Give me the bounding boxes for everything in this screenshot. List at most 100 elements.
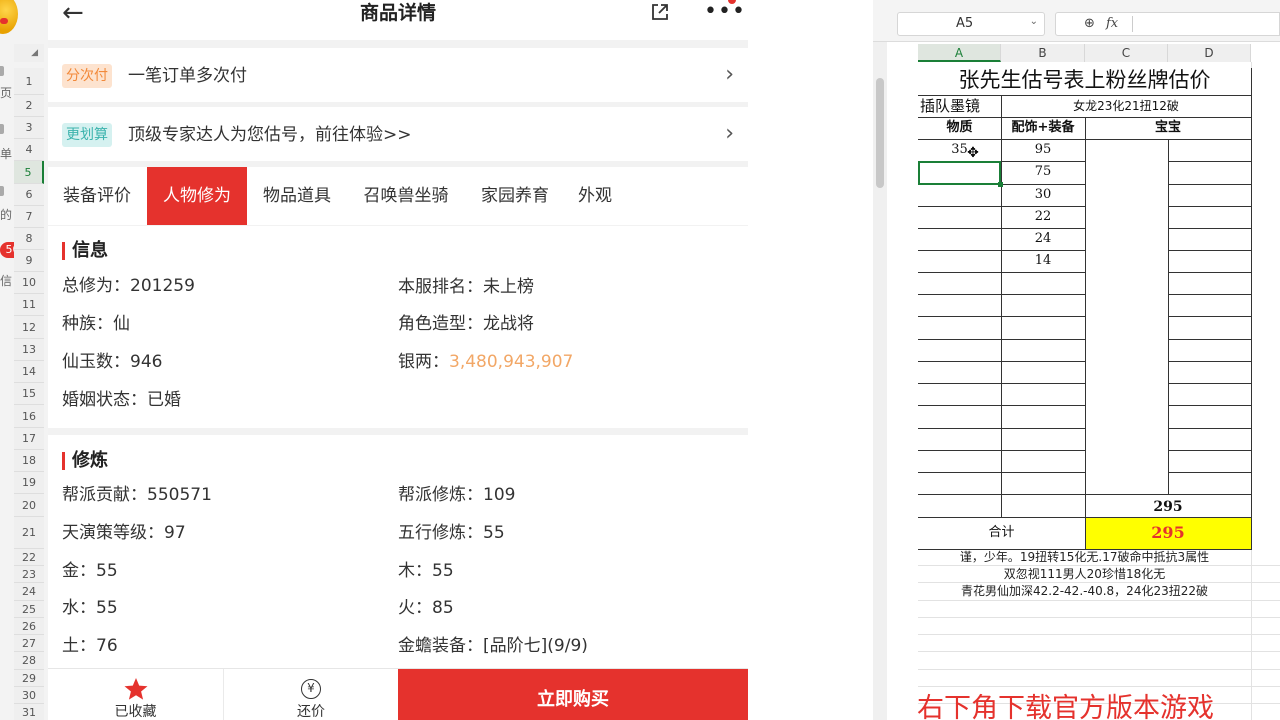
cell-b2[interactable]: 女龙23化21扭12破 xyxy=(1001,95,1251,117)
row-header-4[interactable]: 4 xyxy=(14,139,44,161)
row-header-15[interactable]: 15 xyxy=(14,383,44,405)
tab-pets-mounts[interactable]: 召唤兽坐骑 xyxy=(347,167,465,225)
field-character-model: 角色造型：龙战将 xyxy=(398,314,534,334)
cultivation-section: 修炼 帮派贡献：550571 帮派修炼：109 天演策等级：97 五行修炼：55… xyxy=(48,435,748,668)
header-accessory-equipment[interactable]: 配饰+装备 xyxy=(1001,117,1085,139)
mouse-cursor-icon: ✥ xyxy=(967,145,979,161)
cell-a4[interactable]: 35 xyxy=(918,139,1001,161)
order-icon xyxy=(0,124,4,134)
cell-b7[interactable]: 22 xyxy=(1001,206,1085,228)
watermark-text: 右下角下载官方版本游戏 xyxy=(917,693,1214,720)
sheet-title-cell[interactable]: 张先生估号表上粉丝牌估价 xyxy=(918,66,1251,95)
row-header-12[interactable]: 12 xyxy=(14,316,44,339)
column-header-b[interactable]: B xyxy=(1001,44,1085,62)
profile-icon xyxy=(0,186,4,196)
row-header-21[interactable]: 21 xyxy=(14,517,44,549)
cell-border xyxy=(1251,68,1252,550)
row-header-18[interactable]: 18 xyxy=(14,450,44,472)
cell-b8[interactable]: 24 xyxy=(1001,228,1085,250)
row-header-16[interactable]: 16 xyxy=(14,405,44,428)
column-header-a[interactable]: A xyxy=(918,44,1001,62)
favorite-label: 已收藏 xyxy=(114,704,157,720)
row-header-22[interactable]: 22 xyxy=(14,549,44,566)
header-pet[interactable]: 宝宝 xyxy=(1085,117,1251,139)
tab-appearance[interactable]: 外观 xyxy=(565,167,625,225)
promo-valuation[interactable]: 更划算 顶级专家达人为您估号，前往体验>> › xyxy=(48,107,748,161)
row-header-11[interactable]: 11 xyxy=(14,294,44,316)
row-header-30[interactable]: 30 xyxy=(14,687,44,704)
row-header-8[interactable]: 8 xyxy=(14,228,44,250)
cell-border xyxy=(1168,316,1252,317)
row-header-29[interactable]: 29 xyxy=(14,670,44,687)
scroll-thumb[interactable] xyxy=(876,78,884,188)
cell-b9[interactable]: 14 xyxy=(1001,250,1085,272)
installment-tag: 分次付 xyxy=(62,64,112,88)
row-header-19[interactable]: 19 xyxy=(14,472,44,494)
cell-border xyxy=(918,294,1086,295)
field-marriage: 婚姻状态：已婚 xyxy=(62,390,181,410)
select-all-corner[interactable]: ◢ xyxy=(14,44,44,62)
row-header-28[interactable]: 28 xyxy=(14,652,44,670)
row-header-1[interactable]: 1 xyxy=(14,68,44,95)
bell-logo-icon[interactable] xyxy=(0,0,18,34)
row-header-27[interactable]: 27 xyxy=(14,635,44,652)
row-header-25[interactable]: 25 xyxy=(14,601,44,618)
tab-items[interactable]: 物品道具 xyxy=(247,167,347,225)
row-header-26[interactable]: 26 xyxy=(14,618,44,635)
row-header-17[interactable]: 17 xyxy=(14,428,44,450)
cell-b4[interactable]: 95 xyxy=(1001,139,1085,161)
tab-character[interactable]: 人物修为 xyxy=(147,167,247,225)
buy-now-button[interactable]: 立即购买 xyxy=(398,669,748,720)
note-row-24[interactable]: 青花男仙加深42.2-42.-40.8，24化23扭22破 xyxy=(918,583,1251,600)
favorite-button[interactable]: 已收藏 xyxy=(48,669,223,720)
share-icon[interactable] xyxy=(650,2,670,22)
field-fire: 火：85 xyxy=(398,598,454,618)
cell-b6[interactable]: 30 xyxy=(1001,184,1085,206)
cell-border xyxy=(918,428,1086,429)
field-golden-toad: 金蟾装备：[品阶七](9/9) xyxy=(398,636,588,656)
bargain-button[interactable]: ¥ 还价 xyxy=(224,669,398,720)
tab-equipment[interactable]: 装备评价 xyxy=(48,167,146,225)
field-tianyan-level: 天演策等级：97 xyxy=(62,523,186,543)
row-header-5[interactable]: 5 xyxy=(14,161,44,184)
name-box[interactable]: A5 ⌄ xyxy=(897,12,1045,36)
fx-icon[interactable]: fx xyxy=(1106,13,1118,35)
cell-b5[interactable]: 75 xyxy=(1001,161,1085,183)
note-row-23[interactable]: 双忽视111男人20珍惜18化无 xyxy=(918,566,1251,583)
row-header-24[interactable]: 24 xyxy=(14,583,44,601)
active-cell-a5[interactable] xyxy=(918,161,1003,187)
vertical-scrollbar[interactable] xyxy=(873,42,887,720)
row-header-23[interactable]: 23 xyxy=(14,566,44,583)
column-header-c[interactable]: C xyxy=(1085,44,1168,62)
total-label-cell[interactable]: 合计 xyxy=(918,517,1085,549)
cell-border xyxy=(1168,428,1252,429)
row-header-31[interactable]: 31 xyxy=(14,704,44,720)
installment-text: 一笔订单多次付 xyxy=(128,66,247,86)
field-water: 水：55 xyxy=(62,598,118,618)
row-header-10[interactable]: 10 xyxy=(14,272,44,294)
row-header-13[interactable]: 13 xyxy=(14,339,44,361)
row-header-6[interactable]: 6 xyxy=(14,184,44,206)
cell-subtotal[interactable]: 295 xyxy=(1085,496,1251,518)
row-header-20[interactable]: 20 xyxy=(14,494,44,517)
row-header-3[interactable]: 3 xyxy=(14,117,44,139)
note-row-22[interactable]: 谨，少年。19扭转15化无.17破命中抵抗3属性 xyxy=(918,549,1251,566)
promo-installment[interactable]: 分次付 一笔订单多次付 › xyxy=(48,48,748,102)
header-material[interactable]: 物质 xyxy=(918,117,1001,139)
cell-border xyxy=(918,494,1086,495)
formula-input[interactable]: ⊕ fx xyxy=(1055,12,1280,36)
row-header-2[interactable]: 2 xyxy=(14,95,44,117)
zoom-icon[interactable]: ⊕ xyxy=(1084,13,1095,35)
total-value-cell[interactable]: 295 xyxy=(1085,517,1251,549)
field-jade: 仙玉数：946 xyxy=(62,352,163,372)
cell-border xyxy=(1168,161,1252,162)
tab-home[interactable]: 家园养育 xyxy=(465,167,565,225)
row-header-14[interactable]: 14 xyxy=(14,361,44,383)
row-header-7[interactable]: 7 xyxy=(14,206,44,228)
column-header-d[interactable]: D xyxy=(1168,44,1251,62)
more-icon[interactable]: ••• xyxy=(704,0,746,24)
row-header-9[interactable]: 9 xyxy=(14,250,44,272)
cell-a2[interactable]: 插队墨镜 xyxy=(918,95,1001,117)
cell-border xyxy=(918,272,1086,273)
gridline xyxy=(918,600,1280,601)
